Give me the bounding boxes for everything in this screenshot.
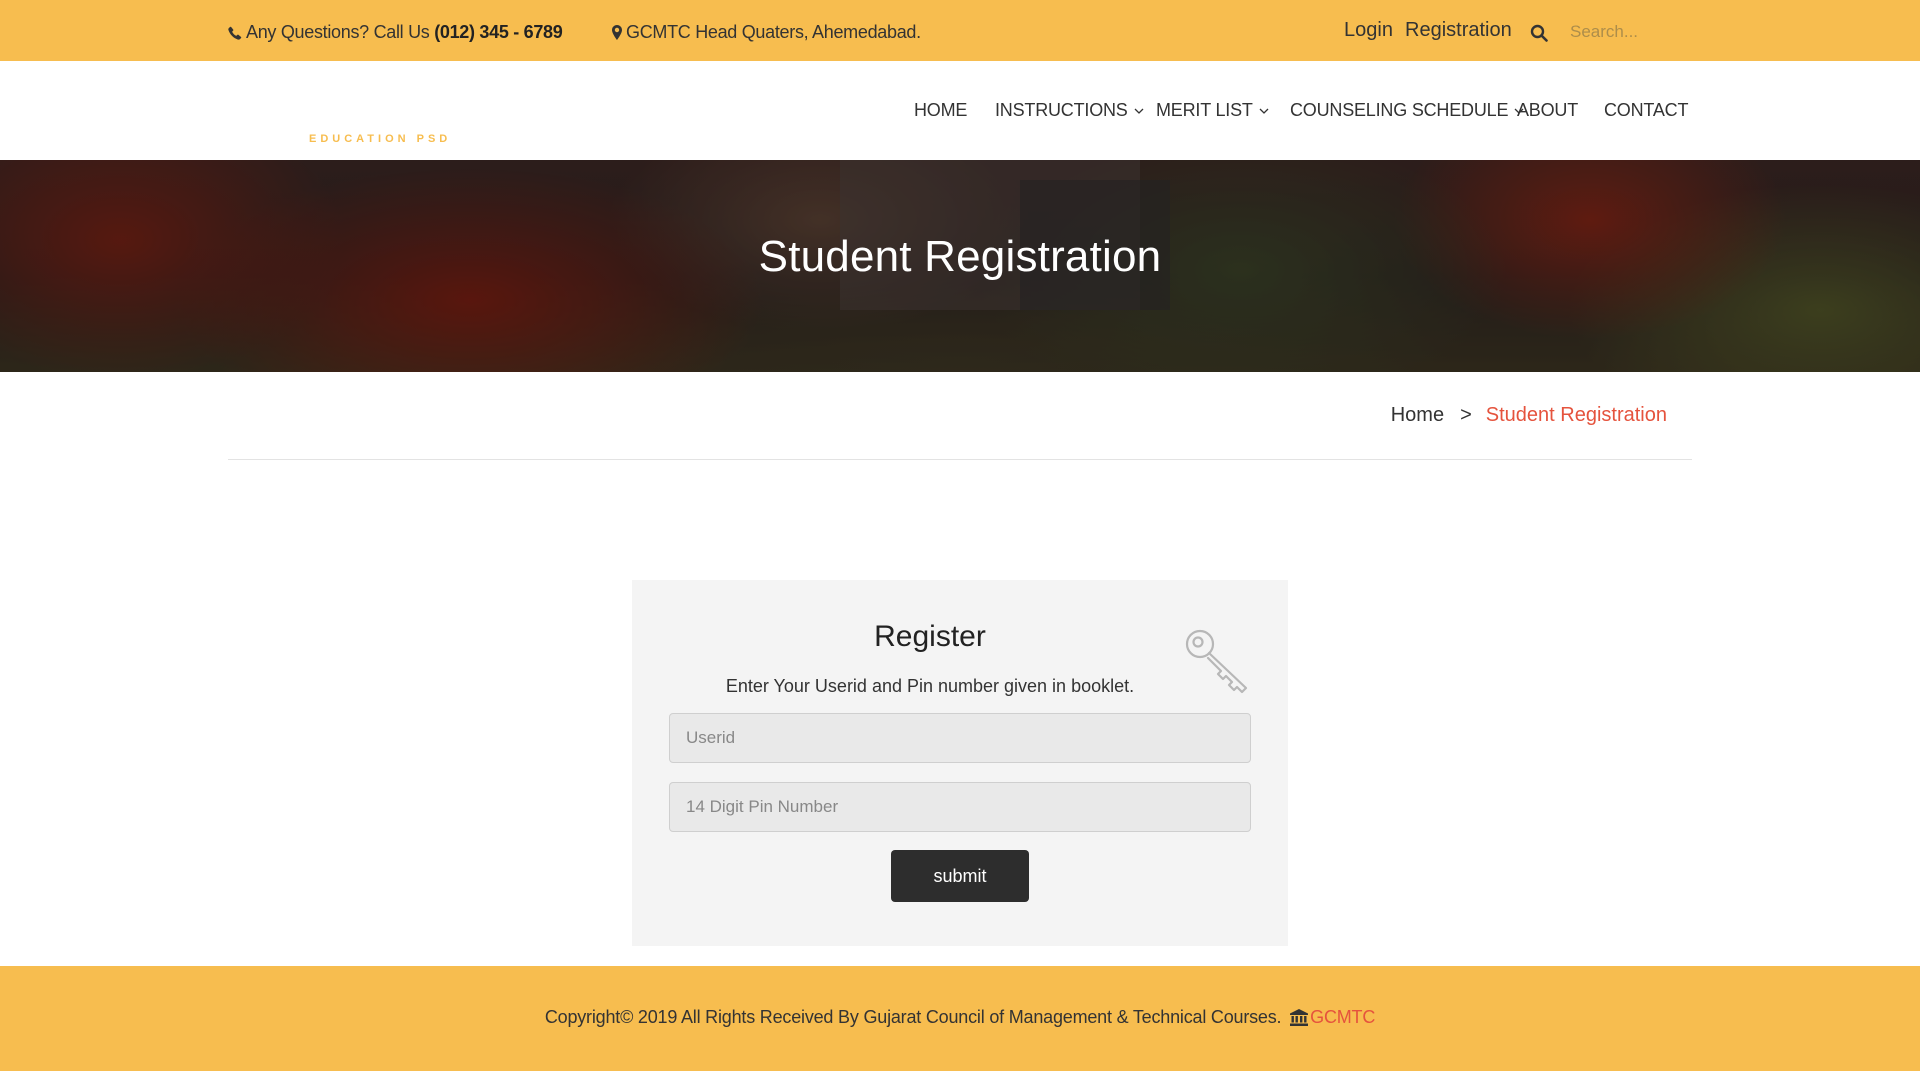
- divider: [228, 459, 1692, 460]
- nav-contact[interactable]: CONTACT: [1604, 100, 1688, 121]
- logo-tagline: EDUCATION PSD: [309, 133, 452, 145]
- main-navbar: EDUCATION PSD HOME INSTRUCTIONS MERIT LI…: [0, 61, 1920, 160]
- nav-home[interactable]: HOME: [914, 100, 967, 121]
- breadcrumb-separator: >: [1460, 404, 1472, 426]
- pin-number-input[interactable]: [669, 782, 1251, 832]
- nav-instructions-label: INSTRUCTIONS: [995, 100, 1128, 120]
- chevron-down-icon: [1134, 108, 1144, 114]
- breadcrumb: Home > Student Registration: [1391, 404, 1667, 427]
- userid-input[interactable]: [669, 713, 1251, 763]
- submit-button[interactable]: submit: [891, 850, 1029, 902]
- nav-about-label: ABOUT: [1517, 100, 1579, 120]
- register-panel: Register Enter Your Userid and Pin numbe…: [632, 580, 1288, 946]
- map-marker-icon: [612, 25, 622, 40]
- bank-icon: [1290, 1009, 1309, 1026]
- nav-counseling-schedule-label: COUNSELING SCHEDULE: [1290, 100, 1509, 120]
- nav-home-label: HOME: [914, 100, 968, 120]
- nav-about[interactable]: ABOUT: [1517, 100, 1578, 121]
- contact-phone: Any Questions? Call Us (012) 345 - 6789: [228, 22, 563, 43]
- footer-brand-link[interactable]: GCMTC: [1310, 1007, 1375, 1027]
- breadcrumb-home[interactable]: Home: [1391, 404, 1444, 426]
- search-icon[interactable]: [1530, 24, 1548, 42]
- copyright-text: Copyright© 2019 All Rights Received By G…: [544, 1007, 1282, 1027]
- login-link[interactable]: Login: [1344, 19, 1393, 42]
- nav-merit-list[interactable]: MERIT LIST: [1156, 100, 1269, 121]
- footer-copyright: Copyright© 2019 All Rights Received By G…: [0, 1007, 1920, 1028]
- register-title: Register: [874, 620, 986, 653]
- registration-link[interactable]: Registration: [1405, 19, 1512, 42]
- nav-contact-label: CONTACT: [1604, 100, 1689, 120]
- page-title: Student Registration: [758, 232, 1162, 281]
- breadcrumb-current: Student Registration: [1485, 404, 1667, 426]
- nav-merit-list-label: MERIT LIST: [1156, 100, 1253, 120]
- chevron-down-icon: [1259, 108, 1269, 114]
- address-text: GCMTC Head Quaters, Ahemedabad.: [626, 22, 921, 42]
- nav-counseling-schedule[interactable]: COUNSELING SCHEDULE: [1290, 100, 1524, 121]
- phone-number: (012) 345 - 6789: [434, 22, 563, 42]
- phone-icon: [228, 26, 242, 40]
- search-input[interactable]: [1570, 18, 1680, 46]
- register-description: Enter Your Userid and Pin number given i…: [725, 676, 1135, 696]
- footer: Copyright© 2019 All Rights Received By G…: [0, 966, 1920, 1071]
- phone-prefix: Any Questions? Call Us: [246, 22, 430, 42]
- hero-banner: Student Registration: [0, 160, 1920, 372]
- top-bar: Any Questions? Call Us (012) 345 - 6789 …: [0, 0, 1920, 61]
- nav-instructions[interactable]: INSTRUCTIONS: [995, 100, 1144, 121]
- contact-address: GCMTC Head Quaters, Ahemedabad.: [612, 22, 921, 43]
